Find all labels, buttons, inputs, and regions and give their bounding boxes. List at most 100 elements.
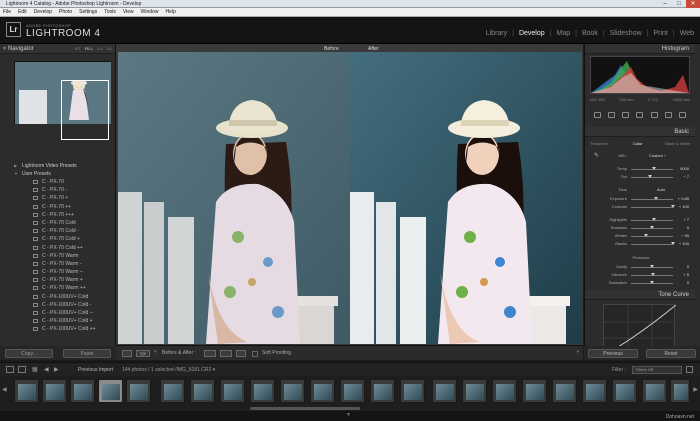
filmstrip-thumbnail[interactable] <box>642 379 667 403</box>
slider-knob[interactable] <box>651 273 656 276</box>
module-library[interactable]: Library <box>486 30 507 37</box>
filmstrip-thumbnail[interactable] <box>160 379 185 403</box>
spot-removal-icon[interactable] <box>622 112 630 118</box>
radial-filter-icon[interactable] <box>665 112 673 118</box>
slider-value[interactable]: 0 <box>687 264 689 269</box>
preset-item[interactable]: C - PX-70 Cold <box>0 219 116 227</box>
reset-button[interactable]: Reset <box>646 348 696 358</box>
paste-button[interactable]: Paste <box>63 348 111 358</box>
module-web[interactable]: Web <box>680 30 694 37</box>
wb-dropdown[interactable]: Custom ÷ <box>649 153 666 158</box>
slider-track[interactable] <box>631 207 673 208</box>
menu-edit[interactable]: Edit <box>18 8 27 16</box>
slider-saturation[interactable]: Saturation 0 <box>591 280 689 287</box>
close-button[interactable]: ✕ <box>686 0 700 8</box>
filmstrip-thumbnail[interactable] <box>340 379 365 403</box>
filmstrip-thumbnail[interactable] <box>670 379 690 403</box>
red-eye-icon[interactable] <box>636 112 644 118</box>
slider-clarity[interactable]: Clarity 0 <box>591 264 689 271</box>
slider-shadows[interactable]: Shadows 0 <box>591 225 689 232</box>
filmstrip-scroll-right-icon[interactable]: ▶ <box>693 386 698 393</box>
slider-knob[interactable] <box>671 205 675 208</box>
before-image[interactable] <box>118 52 350 344</box>
filmstrip-thumbnail[interactable] <box>70 379 95 403</box>
filmstrip-thumbnail-selected[interactable] <box>98 379 123 403</box>
filmstrip-scroll-left-icon[interactable]: ◀ <box>2 386 7 393</box>
module-slideshow[interactable]: Slideshow <box>610 30 642 37</box>
preset-item[interactable]: C - PX-70 Warm ++ <box>0 284 116 292</box>
slider-value[interactable]: 0 <box>687 225 689 230</box>
filmstrip-thumbnail[interactable] <box>612 379 637 403</box>
slider-whites[interactable]: Whites − 30 <box>591 233 689 240</box>
after-image[interactable] <box>350 52 582 344</box>
grid-overlay-icon[interactable] <box>593 112 601 118</box>
auto-tone-button[interactable]: Auto <box>657 187 665 192</box>
module-print[interactable]: Print <box>653 30 667 37</box>
slider-knob[interactable] <box>650 281 654 284</box>
filmstrip-scrollbar[interactable] <box>250 407 360 410</box>
preset-item[interactable]: C - PX-70 Warm - <box>0 260 116 268</box>
graduated-filter-icon[interactable] <box>650 112 658 118</box>
filmstrip-thumbnail[interactable] <box>400 379 425 403</box>
filmstrip-thumbnail[interactable] <box>492 379 517 403</box>
preset-item[interactable]: C - PX-100UV+ Cold ++ <box>0 325 116 333</box>
toolbar-menu-arrow-icon[interactable]: ▾ <box>576 349 579 355</box>
basic-header[interactable]: Basic <box>585 127 695 137</box>
filmstrip-thumbnail[interactable] <box>14 379 39 403</box>
slider-value[interactable]: 0 <box>687 280 689 285</box>
filmstrip-thumbnail[interactable] <box>522 379 547 403</box>
filmstrip-thumbnail[interactable] <box>370 379 395 403</box>
preset-item[interactable]: C - PX-70 Cold + <box>0 235 116 243</box>
zoom-fit[interactable]: FIT <box>75 44 81 54</box>
grid-view-icon[interactable]: ▦ <box>32 366 38 373</box>
navigator-viewport-box[interactable] <box>61 80 109 140</box>
preset-item[interactable]: C - PX-100UV+ Cold -- <box>0 309 116 317</box>
preset-item[interactable]: C - PX-70 Warm <box>0 252 116 260</box>
navigator-preview[interactable] <box>14 61 111 140</box>
preset-item[interactable]: C - PX-100UV+ Cold + <box>0 317 116 325</box>
previous-button[interactable]: Previous <box>588 348 638 358</box>
slider-value[interactable]: + 5 <box>683 272 689 277</box>
filter-dropdown[interactable]: Filters Off <box>632 366 682 374</box>
soft-proofing-checkbox[interactable] <box>252 351 258 357</box>
slider-contrast[interactable]: Contrast + 100 <box>591 204 689 211</box>
source-label[interactable]: Previous Import <box>78 367 113 373</box>
slider-value[interactable]: 5000 <box>680 166 689 171</box>
histogram-header[interactable]: Histogram <box>585 44 695 54</box>
preset-item[interactable]: C - PX-70 - <box>0 186 116 194</box>
loupe-view-button[interactable] <box>122 350 132 357</box>
copy-before-to-after-button[interactable] <box>204 350 216 357</box>
module-book[interactable]: Book <box>582 30 598 37</box>
preset-folder[interactable]: ▼ User Presets <box>0 170 116 178</box>
bottom-panel-toggle-icon[interactable]: ▼ <box>346 412 351 418</box>
filmstrip-thumbnail[interactable] <box>310 379 335 403</box>
slider-track[interactable] <box>631 199 673 200</box>
slider-knob[interactable] <box>650 226 654 229</box>
slider-knob[interactable] <box>671 242 675 245</box>
copy-after-to-before-button[interactable] <box>220 350 232 357</box>
slider-track[interactable] <box>631 236 673 237</box>
minimize-button[interactable]: – <box>658 0 672 8</box>
treatment-bw[interactable]: Black & White <box>665 141 690 146</box>
filmstrip-thumbnail[interactable] <box>190 379 215 403</box>
filmstrip-thumbnail[interactable] <box>220 379 245 403</box>
main-window-icon[interactable] <box>6 366 14 373</box>
filmstrip-thumbnail[interactable] <box>280 379 305 403</box>
filmstrip-thumbnail[interactable] <box>250 379 275 403</box>
filmstrip-thumbnail[interactable] <box>552 379 577 403</box>
crop-tool-icon[interactable] <box>607 112 615 118</box>
slider-value[interactable]: + 100 <box>679 241 689 246</box>
maximize-button[interactable]: □ <box>672 0 686 8</box>
slider-track[interactable] <box>631 177 673 178</box>
preset-folder[interactable]: ▶ Lightroom Video Presets <box>0 162 116 170</box>
menu-tools[interactable]: Tools <box>104 8 116 16</box>
module-map[interactable]: Map <box>556 30 570 37</box>
slider-knob[interactable] <box>651 218 656 221</box>
before-after-view-button[interactable]: Y|Y <box>136 350 150 357</box>
swap-before-after-button[interactable] <box>236 350 246 357</box>
filmstrip-thumbnail[interactable] <box>462 379 487 403</box>
menu-file[interactable]: File <box>3 8 11 16</box>
slider-value[interactable]: + 7 <box>683 217 689 222</box>
filmstrip-thumbnail[interactable] <box>582 379 607 403</box>
slider-highlights[interactable]: Highlights + 7 <box>591 217 689 224</box>
